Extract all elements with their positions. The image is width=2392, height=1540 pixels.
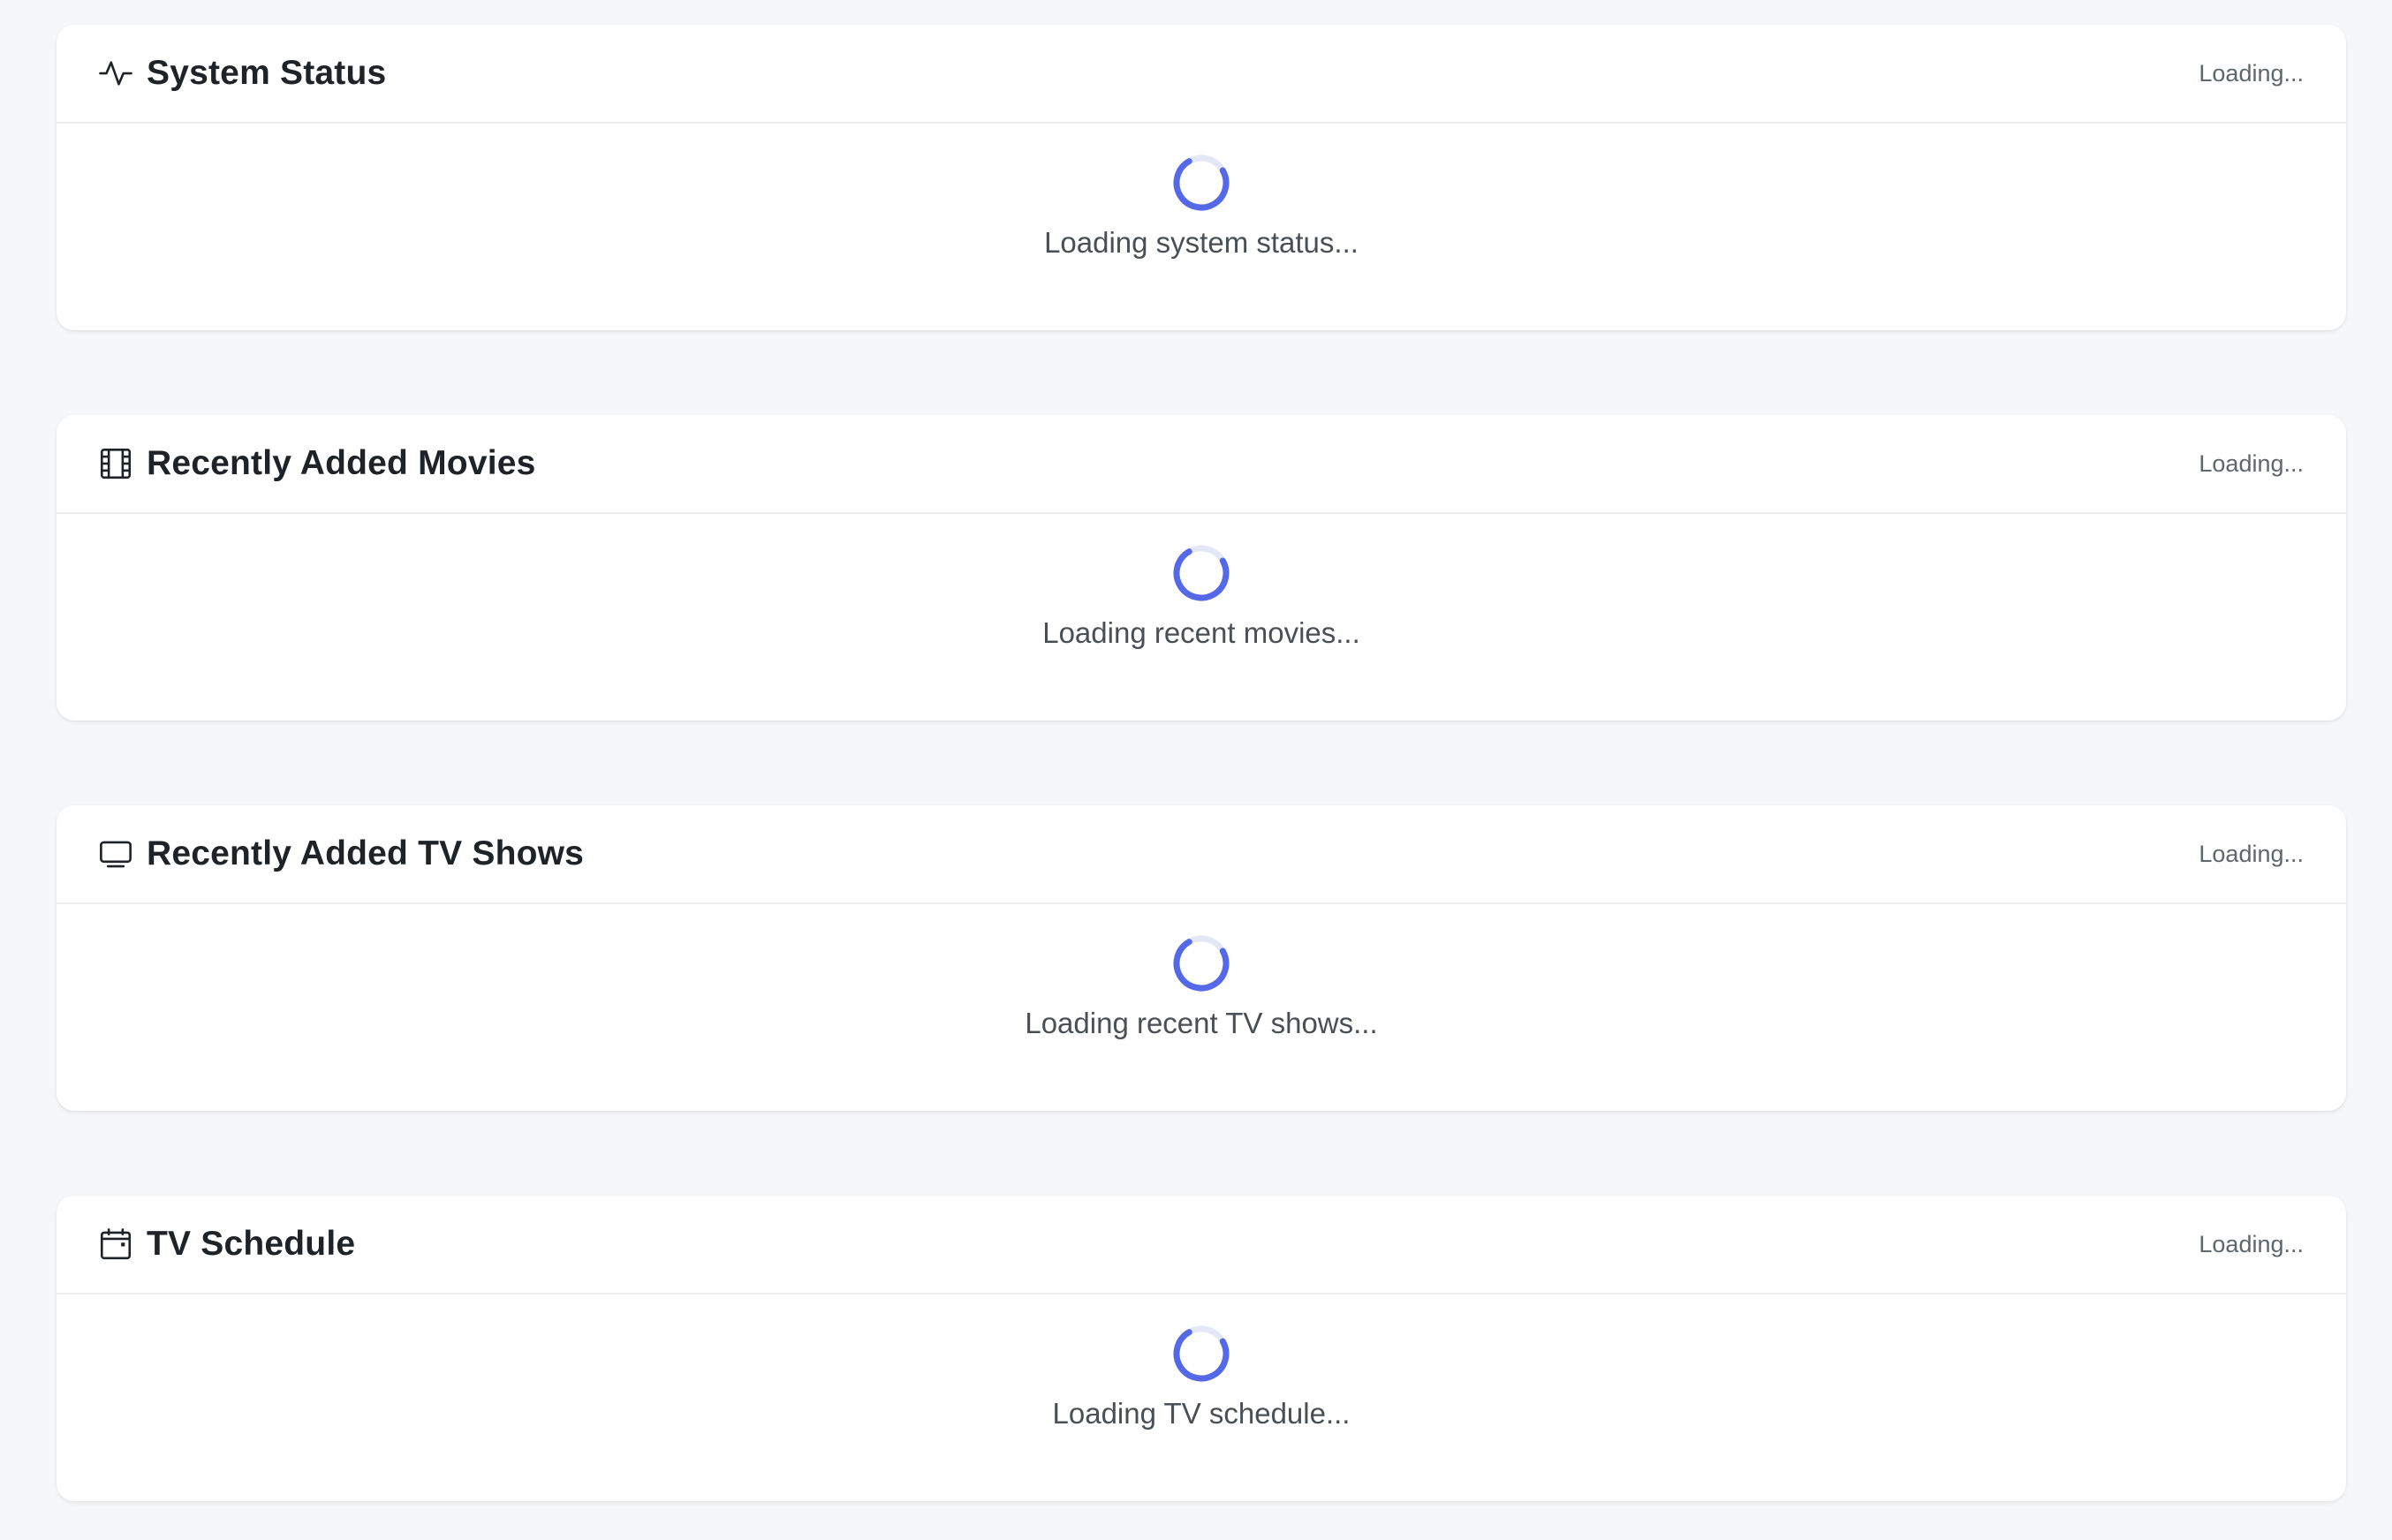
loading-message: Loading system status... [1044,226,1359,259]
card-title: System Status [147,54,387,92]
loading-spinner-icon [1172,1325,1230,1383]
card-body: Loading recent TV shows... [57,904,2346,1109]
card-title-group: TV Schedule [97,1225,355,1264]
calendar-icon [97,1226,134,1263]
card-title: Recently Added Movies [147,444,536,482]
recent-tv-shows-card: Recently Added TV Shows Loading... Loadi… [57,805,2346,1111]
status-text: Loading... [2199,59,2304,87]
dashboard-page: System Status Loading... Loading system … [0,0,2392,1540]
system-status-card: System Status Loading... Loading system … [57,25,2346,330]
loading-message: Loading recent movies... [1042,616,1360,649]
card-header: Recently Added Movies Loading... [57,415,2346,514]
tv-schedule-card: TV Schedule Loading... Loading TV schedu… [57,1196,2346,1501]
loading-message: Loading recent TV shows... [1025,1007,1378,1039]
card-title: TV Schedule [147,1225,356,1263]
card-title-group: Recently Added Movies [97,444,536,483]
tv-icon [97,835,134,872]
loading-spinner-icon [1172,544,1230,602]
card-header: Recently Added TV Shows Loading... [57,805,2346,904]
loading-spinner-icon [1172,934,1230,993]
card-header: TV Schedule Loading... [57,1196,2346,1295]
card-title-group: System Status [97,54,386,93]
status-text: Loading... [2199,840,2304,867]
loading-spinner-icon [1172,154,1230,212]
status-text: Loading... [2199,449,2304,477]
activity-icon [97,55,134,92]
card-body: Loading system status... [57,124,2346,328]
film-icon [97,445,134,482]
card-title: Recently Added TV Shows [147,834,585,872]
card-title-group: Recently Added TV Shows [97,834,584,873]
card-body: Loading TV schedule... [57,1295,2346,1499]
card-body: Loading recent movies... [57,514,2346,719]
card-header: System Status Loading... [57,25,2346,124]
status-text: Loading... [2199,1230,2304,1257]
recent-movies-card: Recently Added Movies Loading... Loading… [57,415,2346,721]
loading-message: Loading TV schedule... [1052,1397,1351,1430]
